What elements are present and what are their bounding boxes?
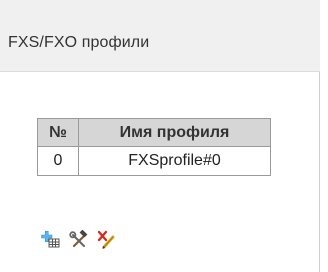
content-panel: FXS/FXO профили № Имя профиля 0 FXSprofi… <box>0 0 320 272</box>
edit-profile-button[interactable] <box>68 229 90 251</box>
page-title: FXS/FXO профили <box>8 34 150 51</box>
action-toolbar <box>40 229 118 251</box>
cell-number: 0 <box>37 146 79 176</box>
add-table-icon <box>41 231 60 248</box>
tools-icon <box>69 230 88 248</box>
delete-profile-button[interactable] <box>96 229 118 251</box>
table-row[interactable]: 0 FXSprofile#0 <box>37 146 271 176</box>
cell-profile-name[interactable]: FXSprofile#0 <box>78 146 271 176</box>
table-header-row: № Имя профиля <box>37 118 271 147</box>
column-header-profile-name: Имя профиля <box>78 118 271 147</box>
add-profile-button[interactable] <box>40 229 62 251</box>
panel-header: FXS/FXO профили <box>0 0 320 72</box>
delete-icon <box>97 230 115 249</box>
column-header-number: № <box>37 118 79 147</box>
profiles-table: № Имя профиля 0 FXSprofile#0 <box>37 118 271 176</box>
